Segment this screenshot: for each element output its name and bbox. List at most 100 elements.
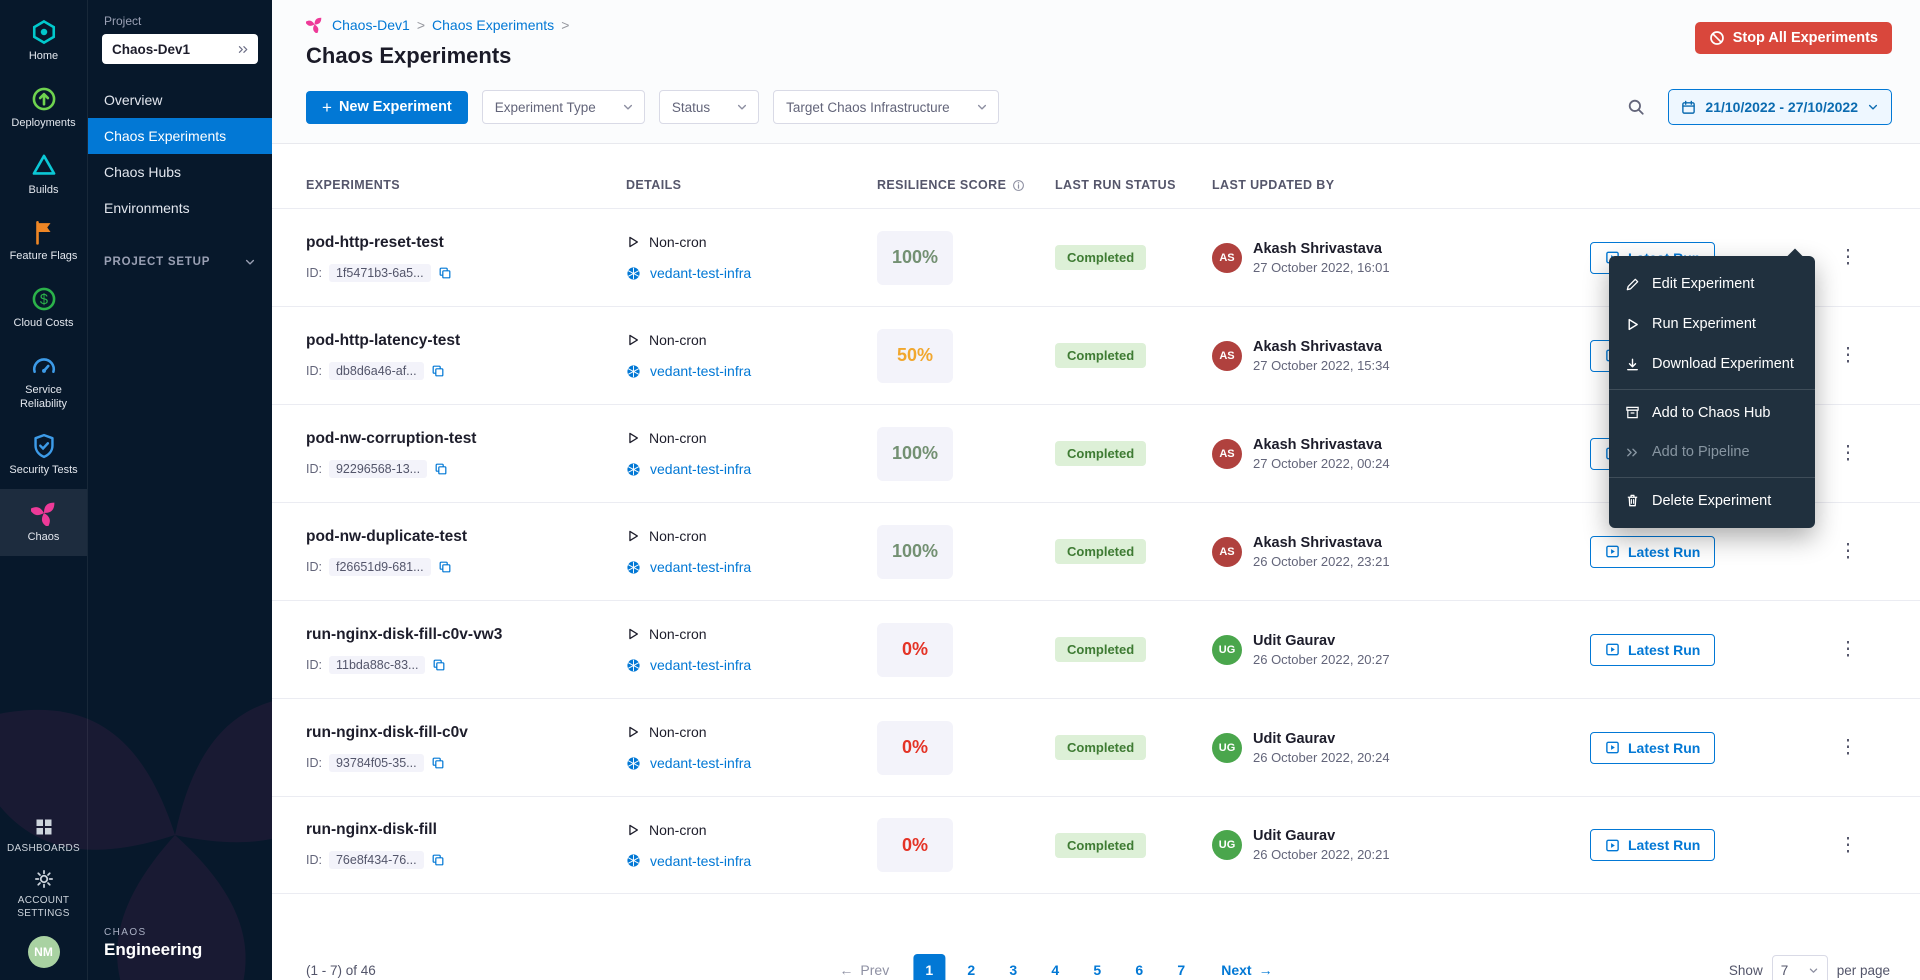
- filter-group: Experiment Type Status Target Chaos Infr…: [482, 90, 999, 124]
- sidebar-module[interactable]: Service Reliability: [0, 342, 87, 423]
- pagination-bar: (1 - 7) of 46 ← Prev 1 2 3 4: [272, 944, 1920, 980]
- updated-time: 27 October 2022, 15:34: [1253, 358, 1390, 373]
- edit-icon: [1625, 277, 1640, 292]
- sidebar-nav-item[interactable]: Chaos Hubs: [88, 154, 272, 190]
- id-label: ID:: [306, 560, 322, 574]
- copy-icon[interactable]: [432, 658, 446, 672]
- menu-item-label: Edit Experiment: [1652, 276, 1754, 292]
- infrastructure-link[interactable]: vedant-test-infra: [650, 853, 751, 869]
- sidebar-nav-item[interactable]: Overview: [88, 82, 272, 118]
- context-menu-item[interactable]: Add to Chaos Hub: [1609, 389, 1815, 432]
- row-menu-button[interactable]: ⋮: [1834, 344, 1862, 367]
- sidebar-module[interactable]: Feature Flags: [0, 208, 87, 275]
- table-header: EXPERIMENTS DETAILS RESILIENCE SCORE LAS…: [272, 144, 1920, 208]
- latest-run-button[interactable]: Latest Run: [1590, 829, 1715, 861]
- module-label: Security Tests: [9, 464, 77, 478]
- row-menu-button[interactable]: ⋮: [1834, 736, 1862, 759]
- stop-all-experiments-button[interactable]: Stop All Experiments: [1695, 22, 1892, 54]
- context-menu-item[interactable]: Delete Experiment: [1609, 477, 1815, 520]
- next-page-button[interactable]: Next →: [1221, 962, 1272, 978]
- row-menu-button[interactable]: ⋮: [1834, 834, 1862, 857]
- sidebar-bottom-item[interactable]: ACCOUNT SETTINGS: [0, 869, 87, 920]
- infrastructure-link[interactable]: vedant-test-infra: [650, 755, 751, 771]
- project-selector[interactable]: Chaos-Dev1: [102, 34, 258, 64]
- copy-icon[interactable]: [438, 266, 452, 280]
- project-nav-list: Overview Chaos Experiments Chaos Hubs En…: [88, 82, 272, 226]
- sidebar-module[interactable]: Builds: [0, 142, 87, 209]
- bottom-item-label: DASHBOARDS: [7, 842, 80, 855]
- latest-run-icon: [1605, 642, 1620, 657]
- copy-icon[interactable]: [431, 364, 445, 378]
- context-menu-item[interactable]: Download Experiment: [1609, 344, 1815, 384]
- sidebar-bottom-item[interactable]: DASHBOARDS: [0, 817, 87, 855]
- page-number-button[interactable]: 1: [913, 954, 945, 980]
- infrastructure-link[interactable]: vedant-test-infra: [650, 363, 751, 379]
- filter-label: Target Chaos Infrastructure: [786, 100, 950, 115]
- project-setup-toggle[interactable]: PROJECT SETUP: [88, 256, 272, 268]
- page-header: Chaos-Dev1 > Chaos Experiments > Chaos E…: [272, 0, 1920, 144]
- context-menu-item[interactable]: Edit Experiment: [1609, 264, 1815, 304]
- play-icon: [626, 333, 640, 347]
- latest-run-button[interactable]: Latest Run: [1590, 536, 1715, 568]
- context-menu-item[interactable]: Add to Pipeline: [1609, 432, 1815, 472]
- resilience-score-badge: 0%: [877, 623, 953, 677]
- page-number-button[interactable]: 7: [1165, 954, 1197, 980]
- updated-by-cell: AS Akash Shrivastava 27 October 2022, 15…: [1212, 339, 1590, 373]
- search-button[interactable]: [1618, 89, 1654, 125]
- row-context-menu: Edit Experiment Run Experiment Download …: [1609, 256, 1815, 528]
- infrastructure-icon: [626, 756, 641, 771]
- info-icon[interactable]: [1012, 179, 1025, 192]
- row-menu-button[interactable]: ⋮: [1834, 442, 1862, 465]
- sidebar-module[interactable]: Home: [0, 8, 87, 75]
- pagination-controls: ← Prev 1 2 3 4 5 6: [839, 954, 1272, 980]
- filter-dropdown[interactable]: Experiment Type: [482, 90, 645, 124]
- prev-page-button[interactable]: ← Prev: [839, 962, 889, 978]
- id-label: ID:: [306, 853, 322, 867]
- breadcrumb-link[interactable]: Chaos-Dev1: [332, 17, 410, 33]
- breadcrumb-link[interactable]: Chaos Experiments: [432, 17, 554, 33]
- col-last-updated-by: LAST UPDATED BY: [1212, 178, 1590, 192]
- home-icon: [31, 19, 57, 45]
- play-icon: [626, 529, 640, 543]
- page-number-button[interactable]: 5: [1081, 954, 1113, 980]
- copy-icon[interactable]: [434, 462, 448, 476]
- copy-icon[interactable]: [431, 853, 445, 867]
- page-number-button[interactable]: 2: [955, 954, 987, 980]
- user-avatar[interactable]: NM: [28, 936, 60, 968]
- search-icon: [1627, 98, 1645, 116]
- infrastructure-link[interactable]: vedant-test-infra: [650, 559, 751, 575]
- experiment-id: f26651d9-681...: [329, 558, 431, 576]
- page-number-button[interactable]: 6: [1123, 954, 1155, 980]
- sidebar-module[interactable]: Chaos: [0, 489, 87, 556]
- row-menu-button[interactable]: ⋮: [1834, 638, 1862, 661]
- latest-run-button[interactable]: Latest Run: [1590, 634, 1715, 666]
- sidebar-module[interactable]: Security Tests: [0, 422, 87, 489]
- chevron-down-icon: [1867, 101, 1879, 113]
- user-name: Akash Shrivastava: [1253, 241, 1390, 257]
- latest-run-button[interactable]: Latest Run: [1590, 732, 1715, 764]
- details-cell: Non-cron vedant-test-infra: [626, 626, 877, 673]
- row-menu-button[interactable]: ⋮: [1834, 246, 1862, 269]
- project-name: Chaos-Dev1: [112, 42, 190, 57]
- filter-dropdown[interactable]: Status: [659, 90, 759, 124]
- date-range-picker[interactable]: 21/10/2022 - 27/10/2022: [1668, 89, 1892, 125]
- infrastructure-link[interactable]: vedant-test-infra: [650, 461, 751, 477]
- sidebar-nav-item[interactable]: Environments: [88, 190, 272, 226]
- sidebar-module[interactable]: Cloud Costs: [0, 275, 87, 342]
- per-page-select[interactable]: 7: [1772, 955, 1828, 980]
- row-menu-button[interactable]: ⋮: [1834, 540, 1862, 563]
- new-experiment-button[interactable]: + New Experiment: [306, 91, 468, 124]
- context-menu-item[interactable]: Run Experiment: [1609, 304, 1815, 344]
- cloud-costs-icon: [31, 286, 57, 312]
- sidebar-module[interactable]: Deployments: [0, 75, 87, 142]
- sidebar-nav-item[interactable]: Chaos Experiments: [88, 118, 272, 154]
- infrastructure-link[interactable]: vedant-test-infra: [650, 265, 751, 281]
- infrastructure-link[interactable]: vedant-test-infra: [650, 657, 751, 673]
- page-number-button[interactable]: 3: [997, 954, 1029, 980]
- experiment-id: 1f5471b3-6a5...: [329, 264, 431, 282]
- filter-dropdown[interactable]: Target Chaos Infrastructure: [773, 90, 999, 124]
- copy-icon[interactable]: [431, 756, 445, 770]
- resilience-score-badge: 100%: [877, 525, 953, 579]
- copy-icon[interactable]: [438, 560, 452, 574]
- page-number-button[interactable]: 4: [1039, 954, 1071, 980]
